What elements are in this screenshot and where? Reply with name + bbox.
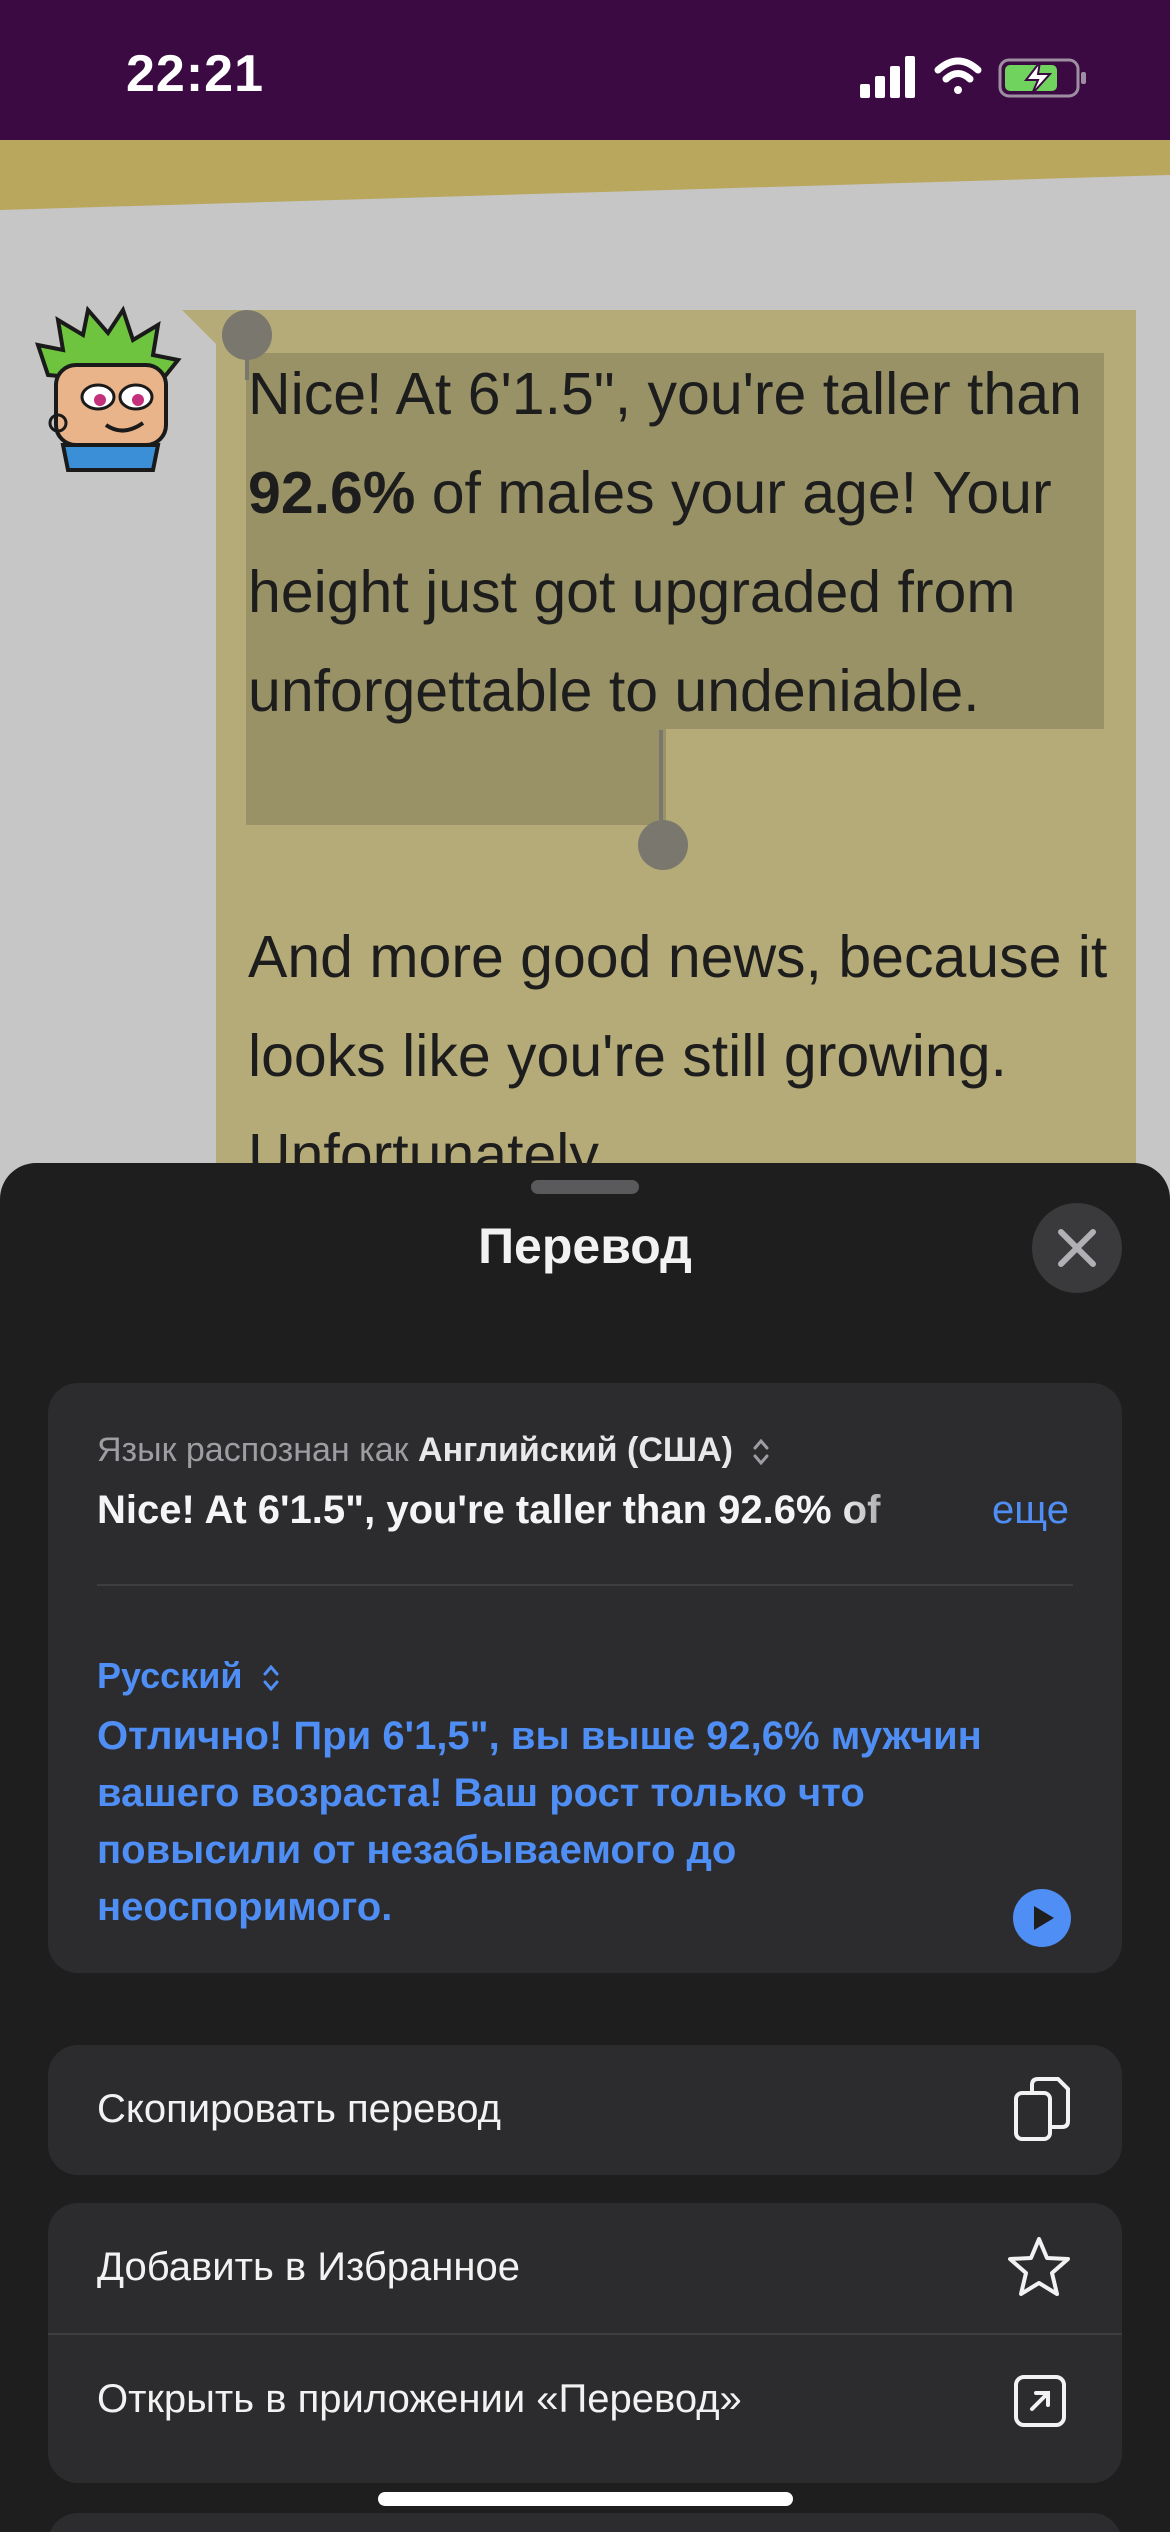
- status-time: 22:21: [126, 45, 264, 103]
- add-favorite-button[interactable]: Добавить в Избранное: [97, 2245, 520, 2290]
- copy-icon: [1014, 2077, 1070, 2141]
- text-selection-highlight: [246, 729, 666, 825]
- star-icon: [1008, 2237, 1070, 2296]
- wifi-icon: [934, 57, 982, 94]
- message-text-part: Nice! At 6'1.5", you're taller than: [248, 361, 1082, 427]
- copy-translation-button[interactable]: Скопировать перевод: [48, 2045, 1122, 2175]
- translation-card: Язык распознан как Английский (США) Nice…: [48, 1383, 1122, 1973]
- sheet-title: Перевод: [478, 1218, 692, 1274]
- message-highlight-percent: 92.6%: [248, 460, 416, 526]
- detected-prefix: Язык распознан как: [97, 1431, 409, 1469]
- bubble-tail: [182, 310, 218, 346]
- chevron-updown-icon: [263, 1665, 279, 1692]
- signal-icon: [860, 56, 915, 98]
- close-button[interactable]: [1032, 1203, 1122, 1293]
- open-translate-app-button[interactable]: Открыть в приложении «Перевод»: [97, 2377, 742, 2422]
- source-text: Nice! At 6'1.5", you're taller than 92.6…: [97, 1488, 881, 1532]
- divider: [48, 2333, 1122, 2335]
- translate-sheet: Перевод Язык распознан как Английский (С…: [0, 1163, 1170, 2532]
- detected-language: Английский (США): [418, 1431, 733, 1469]
- status-bar: 22:21: [0, 0, 1170, 140]
- avatar: [35, 305, 182, 472]
- translated-text: Отлично! При 6'1,5", вы выше 92,6% мужчи…: [97, 1714, 982, 1929]
- status-icons: [860, 54, 1090, 100]
- more-link[interactable]: еще: [992, 1488, 1069, 1533]
- home-indicator[interactable]: [378, 2492, 793, 2506]
- target-language: Русский: [97, 1655, 243, 1696]
- page-header-ribbon: [0, 140, 1170, 210]
- target-language-selector[interactable]: Русский: [97, 1655, 280, 1697]
- actions-group: Добавить в Избранное Открыть в приложени…: [48, 2203, 1122, 2483]
- more-actions-card[interactable]: [48, 2513, 1122, 2532]
- play-icon: [1034, 1906, 1054, 1930]
- chevron-updown-icon: [753, 1438, 769, 1466]
- selection-end-caret: [659, 730, 663, 820]
- open-external-icon: [1014, 2375, 1066, 2427]
- battery-charging-icon: [998, 58, 1086, 98]
- detected-language-row[interactable]: Язык распознан как Английский (США): [97, 1431, 770, 1470]
- copy-translation-label: Скопировать перевод: [97, 2087, 501, 2131]
- close-icon: [1058, 1229, 1096, 1267]
- sheet-grabber[interactable]: [531, 1180, 639, 1194]
- source-text-fade: [838, 1483, 988, 1543]
- chat-page: Nice! At 6'1.5", you're taller than 92.6…: [0, 140, 1170, 1240]
- play-button[interactable]: [1013, 1889, 1071, 1947]
- selection-end-handle[interactable]: [638, 820, 688, 870]
- message-text[interactable]: Nice! At 6'1.5", you're taller than 92.6…: [248, 345, 1128, 741]
- divider: [97, 1584, 1073, 1586]
- message-text-2[interactable]: And more good news, because it looks lik…: [248, 908, 1128, 1205]
